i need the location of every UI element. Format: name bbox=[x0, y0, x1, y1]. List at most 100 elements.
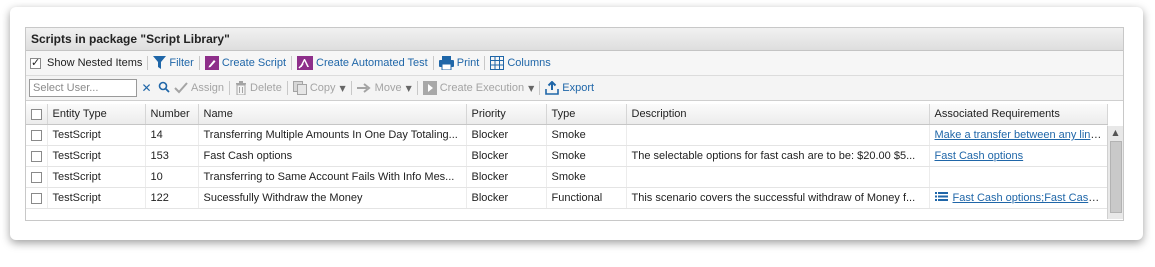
export-button[interactable]: Export bbox=[545, 81, 594, 95]
create-script-button[interactable]: Create Script bbox=[204, 56, 287, 70]
table-header-row: Entity Type Number Name Priority Type De… bbox=[26, 104, 1108, 125]
create-execution-label: Create Execution bbox=[439, 82, 525, 94]
show-nested-checkbox[interactable] bbox=[30, 56, 41, 69]
row-checkbox[interactable] bbox=[30, 192, 42, 204]
row-checkbox[interactable] bbox=[30, 150, 42, 162]
row-select-cell bbox=[26, 124, 48, 146]
vertical-scrollbar[interactable]: ▲ bbox=[1107, 126, 1123, 219]
chevron-down-icon: ▼ bbox=[528, 83, 535, 93]
cell-priority: Blocker bbox=[466, 124, 547, 146]
copy-label: Copy bbox=[309, 82, 336, 94]
scripts-panel: Scripts in package "Script Library" Show… bbox=[25, 27, 1124, 221]
create-automated-test-button[interactable]: Create Automated Test bbox=[297, 56, 428, 70]
clear-user-button[interactable]: ✕ bbox=[139, 80, 154, 96]
cell-associated-requirements: Fast Cash options;Fast Cash op bbox=[929, 187, 1108, 209]
row-select-cell bbox=[26, 145, 48, 167]
table-row[interactable]: TestScript 14 Transferring Multiple Amount… bbox=[26, 124, 1108, 146]
chevron-down-icon: ▼ bbox=[339, 83, 346, 93]
cell-number: 14 bbox=[145, 124, 199, 146]
select-all-cell bbox=[26, 104, 48, 125]
scrollbar-thumb[interactable] bbox=[1110, 141, 1122, 213]
toolbar-divider bbox=[539, 81, 541, 95]
copy-icon bbox=[292, 81, 307, 95]
checkmark-icon bbox=[174, 82, 188, 94]
print-button[interactable]: Print bbox=[438, 56, 480, 70]
cell-number: 122 bbox=[145, 187, 199, 209]
cell-description: The selectable options for fast cash are… bbox=[626, 145, 930, 167]
row-select-cell bbox=[26, 187, 48, 209]
requirement-link[interactable]: Fast Cash options bbox=[935, 150, 1024, 162]
row-checkbox[interactable] bbox=[30, 171, 42, 183]
toolbar-divider bbox=[350, 81, 352, 95]
toolbar-divider bbox=[432, 56, 434, 70]
print-icon bbox=[438, 56, 454, 70]
list-icon bbox=[934, 192, 948, 204]
create-script-icon bbox=[204, 56, 219, 70]
table-row[interactable]: TestScript 122 Sucessfully Withdraw the Mo… bbox=[26, 187, 1108, 209]
columns-button[interactable]: Columns bbox=[490, 56, 551, 70]
select-all-checkbox[interactable] bbox=[30, 108, 42, 120]
cell-priority: Blocker bbox=[466, 145, 547, 167]
filter-label: Filter bbox=[169, 57, 194, 69]
scripts-table: Entity Type Number Name Priority Type De… bbox=[26, 104, 1108, 209]
scripts-grid: Entity Type Number Name Priority Type De… bbox=[26, 104, 1123, 220]
requirement-link[interactable]: Make a transfer between any linked bbox=[935, 129, 1107, 141]
assign-button[interactable]: Assign bbox=[174, 82, 224, 94]
cell-type: Smoke bbox=[546, 124, 627, 146]
move-label: Move bbox=[374, 82, 402, 94]
create-script-label: Create Script bbox=[221, 57, 287, 69]
export-icon bbox=[545, 81, 560, 95]
row-checkbox[interactable] bbox=[30, 129, 42, 141]
cell-priority: Blocker bbox=[466, 166, 547, 188]
print-label: Print bbox=[456, 57, 480, 69]
columns-icon bbox=[490, 56, 505, 70]
panel-title: Scripts in package "Script Library" bbox=[26, 28, 1123, 51]
cell-associated-requirements bbox=[929, 166, 1108, 188]
search-user-button[interactable] bbox=[156, 80, 171, 96]
toolbar-divider bbox=[484, 56, 486, 70]
cell-name: Fast Cash options bbox=[198, 145, 467, 167]
create-execution-button[interactable]: Create Execution ▼ bbox=[422, 81, 535, 95]
column-header-name[interactable]: Name bbox=[198, 104, 467, 125]
column-header-associated-requirements[interactable]: Associated Requirements bbox=[929, 104, 1108, 125]
delete-label: Delete bbox=[250, 82, 282, 94]
cell-name: Transferring to Same Account Fails With … bbox=[198, 166, 467, 188]
toolbar-divider bbox=[147, 56, 149, 70]
column-header-priority[interactable]: Priority bbox=[466, 104, 547, 125]
show-nested-label: Show Nested Items bbox=[47, 57, 143, 69]
cell-associated-requirements: Make a transfer between any linked bbox=[929, 124, 1108, 146]
copy-button[interactable]: Copy ▼ bbox=[292, 81, 346, 95]
select-user-input[interactable] bbox=[29, 79, 137, 97]
cell-description bbox=[626, 166, 930, 188]
actions-toolbar: ✕ Assign Delete Copy ▼ bbox=[26, 76, 1123, 101]
filter-button[interactable]: Filter bbox=[153, 56, 194, 70]
cell-associated-requirements: Fast Cash options bbox=[929, 145, 1108, 167]
table-row[interactable]: TestScript 153 Fast Cash options Blocker Smo… bbox=[26, 145, 1108, 167]
cell-name: Transferring Multiple Amounts In One Day… bbox=[198, 124, 467, 146]
cell-type: Functional bbox=[546, 187, 627, 209]
cell-description: This scenario covers the successful with… bbox=[626, 187, 930, 209]
arrow-right-icon bbox=[356, 82, 372, 94]
column-header-entity-type[interactable]: Entity Type bbox=[47, 104, 146, 125]
search-icon bbox=[158, 81, 170, 96]
cell-type: Smoke bbox=[546, 145, 627, 167]
columns-label: Columns bbox=[507, 57, 551, 69]
column-header-description[interactable]: Description bbox=[626, 104, 930, 125]
column-header-type[interactable]: Type bbox=[546, 104, 627, 125]
scroll-up-icon[interactable]: ▲ bbox=[1108, 126, 1123, 139]
trash-icon bbox=[235, 81, 247, 95]
filter-icon bbox=[153, 56, 167, 70]
delete-button[interactable]: Delete bbox=[235, 81, 282, 95]
toolbar-divider bbox=[291, 56, 293, 70]
export-label: Export bbox=[562, 82, 595, 94]
move-button[interactable]: Move ▼ bbox=[356, 82, 412, 94]
requirement-link[interactable]: Fast Cash options;Fast Cash op bbox=[953, 192, 1107, 204]
table-row[interactable]: TestScript 10 Transferring to Same Account… bbox=[26, 166, 1108, 188]
cell-number: 10 bbox=[145, 166, 199, 188]
cell-type: Smoke bbox=[546, 166, 627, 188]
chevron-down-icon: ▼ bbox=[405, 83, 412, 93]
assign-label: Assign bbox=[191, 82, 225, 94]
toolbar-divider bbox=[229, 81, 231, 95]
column-header-number[interactable]: Number bbox=[145, 104, 199, 125]
cell-priority: Blocker bbox=[466, 187, 547, 209]
